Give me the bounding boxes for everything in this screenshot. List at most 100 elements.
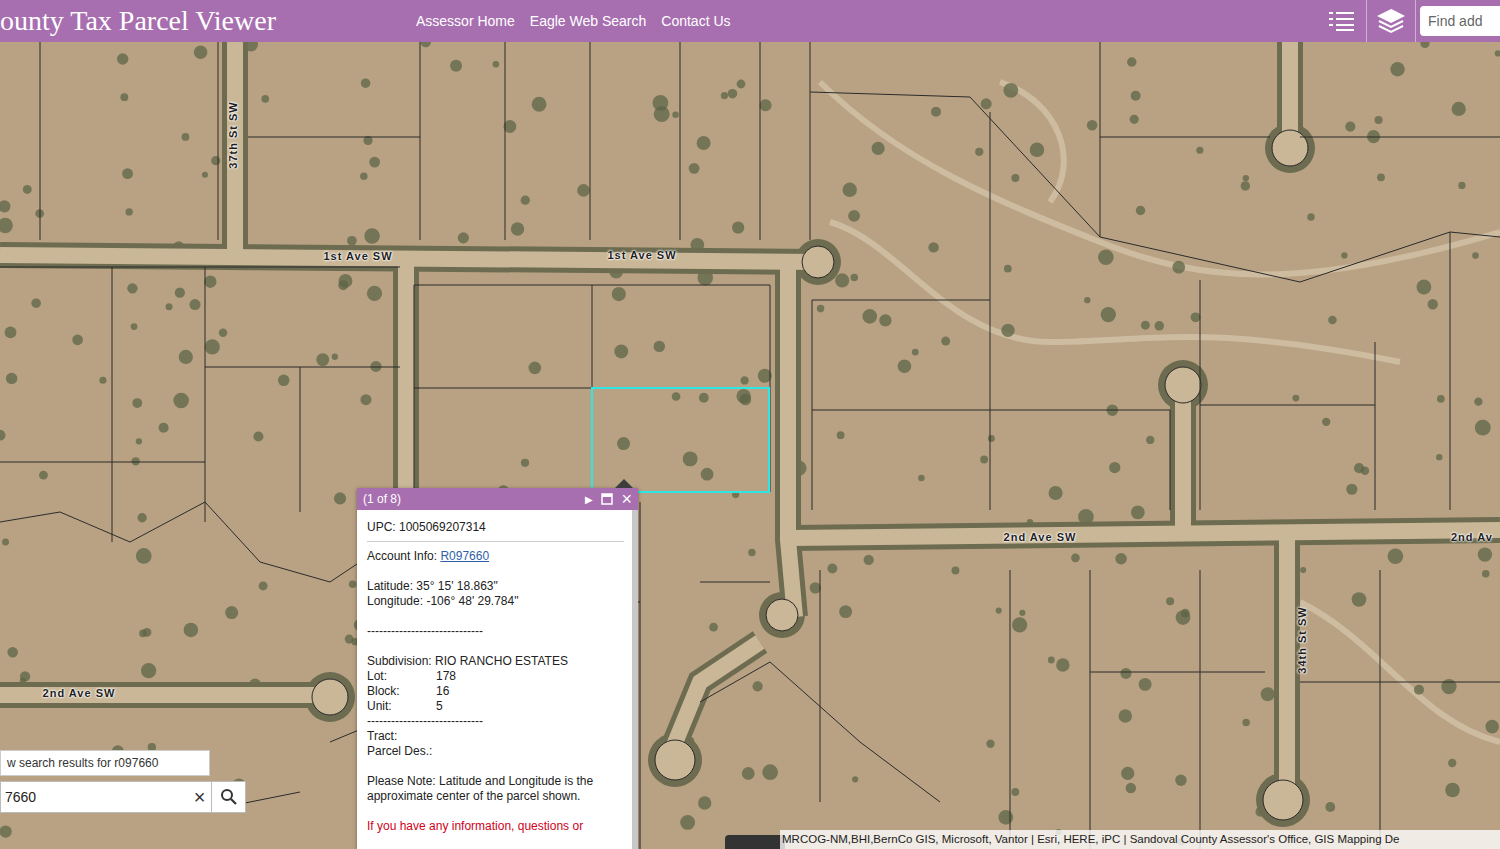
cul-de-sac xyxy=(766,599,798,631)
parcel-line xyxy=(1200,570,1201,849)
account-link[interactable]: R097660 xyxy=(440,549,489,563)
parcel-line xyxy=(420,42,421,240)
shrub xyxy=(1196,147,1203,154)
shrub xyxy=(918,475,925,482)
shrub xyxy=(0,430,5,441)
shrub xyxy=(1087,120,1098,131)
search-input[interactable] xyxy=(1,789,188,805)
shrub xyxy=(1495,50,1500,56)
dirt-trail xyxy=(830,222,1400,362)
shrub xyxy=(1146,436,1154,444)
shrub xyxy=(6,373,17,384)
tract: Tract: xyxy=(367,729,624,744)
shrub xyxy=(261,95,269,103)
shrub xyxy=(253,431,263,441)
shrub xyxy=(810,582,821,593)
shrub xyxy=(698,796,711,809)
shrub xyxy=(367,286,382,301)
parcel-line xyxy=(700,582,770,583)
shrub xyxy=(7,647,18,658)
clear-button[interactable]: × xyxy=(188,786,212,809)
shrub xyxy=(1166,597,1174,605)
shrub xyxy=(701,468,714,481)
toolbar-separator xyxy=(1415,0,1416,42)
nav-link[interactable]: Eagle Web Search xyxy=(530,13,646,29)
parcel-attribute: Block: 16 xyxy=(367,684,624,699)
shrub xyxy=(986,740,994,748)
parcel-viewer: ounty Tax Parcel Viewer Assessor HomeEag… xyxy=(0,0,1500,849)
shrub xyxy=(689,163,700,174)
collapse-tab[interactable] xyxy=(725,835,785,849)
shrub xyxy=(521,459,529,467)
shrub xyxy=(1049,486,1063,500)
parcel-attribute: Lot: 178 xyxy=(367,669,624,684)
shrub xyxy=(117,53,128,64)
shrub xyxy=(1292,395,1299,402)
search-button[interactable] xyxy=(212,781,246,813)
shrub xyxy=(1120,668,1131,679)
attribution: MRCOG-NM,BHI,BernCo GIS, Microsoft, Vant… xyxy=(780,830,1500,849)
cul-de-sac xyxy=(312,679,348,715)
shrub xyxy=(1452,102,1466,116)
shrub xyxy=(1242,719,1249,726)
shrub xyxy=(136,548,152,564)
legend-list-icon[interactable] xyxy=(1328,9,1356,33)
shrub xyxy=(1119,709,1132,722)
search-results-link[interactable]: w search results for r097660 xyxy=(0,750,210,776)
nav-link[interactable]: Assessor Home xyxy=(416,13,515,29)
parcel-line xyxy=(0,462,205,463)
parcel-line xyxy=(1380,570,1381,849)
shrub xyxy=(219,328,228,337)
shrub xyxy=(334,492,346,504)
parcel-line xyxy=(812,410,1170,411)
shrub xyxy=(138,513,147,522)
shrub xyxy=(1472,252,1479,259)
parcel-line xyxy=(1090,570,1091,849)
parcel-line xyxy=(0,502,360,582)
maximize-icon[interactable] xyxy=(601,493,613,505)
shrub xyxy=(369,157,380,168)
shrub xyxy=(1352,592,1367,607)
shrub xyxy=(1388,548,1404,564)
cul-de-sac-edge xyxy=(648,733,702,787)
shrub xyxy=(762,764,778,780)
magnifier-icon xyxy=(220,788,238,806)
shrub xyxy=(131,323,138,330)
shrub xyxy=(204,275,216,287)
shrub xyxy=(728,89,738,99)
divider: ----------------------------- xyxy=(367,714,624,729)
shrub xyxy=(532,97,547,112)
parcel-line xyxy=(820,570,821,802)
popup-scrollbar[interactable] xyxy=(632,510,638,849)
shrub xyxy=(458,232,469,243)
shrub xyxy=(988,435,995,442)
attribute-value: 5 xyxy=(436,699,443,714)
road-edge xyxy=(0,682,330,708)
shrub xyxy=(709,623,718,632)
shrub xyxy=(843,183,857,197)
parcel-line xyxy=(205,367,400,368)
shrub xyxy=(683,451,698,466)
shrub xyxy=(316,353,329,366)
close-button[interactable]: × xyxy=(621,491,632,507)
shrub xyxy=(872,142,885,155)
selected-parcel[interactable] xyxy=(592,388,769,492)
address-search-input[interactable] xyxy=(1420,6,1500,36)
shrub xyxy=(136,438,142,444)
search-widget: w search results for r097660 × xyxy=(0,750,246,813)
layers-icon[interactable] xyxy=(1377,8,1405,34)
shrub xyxy=(1428,299,1438,309)
shrub xyxy=(1377,173,1385,181)
shrub xyxy=(1139,678,1152,691)
shrub xyxy=(732,221,744,233)
shrub xyxy=(837,431,845,439)
nav-link[interactable]: Contact Us xyxy=(661,13,730,29)
shrub xyxy=(1345,122,1355,132)
shrub xyxy=(699,393,709,403)
road-label: 37th St SW xyxy=(227,101,239,168)
parcel-line xyxy=(810,92,1500,282)
map[interactable]: 37th St SW1st Ave SW1st Ave SW2nd Ave SW… xyxy=(0,42,1500,849)
next-feature-button[interactable]: ▶ xyxy=(585,494,593,505)
account-info: Account Info: R097660 xyxy=(367,549,624,564)
shrub xyxy=(612,287,626,301)
